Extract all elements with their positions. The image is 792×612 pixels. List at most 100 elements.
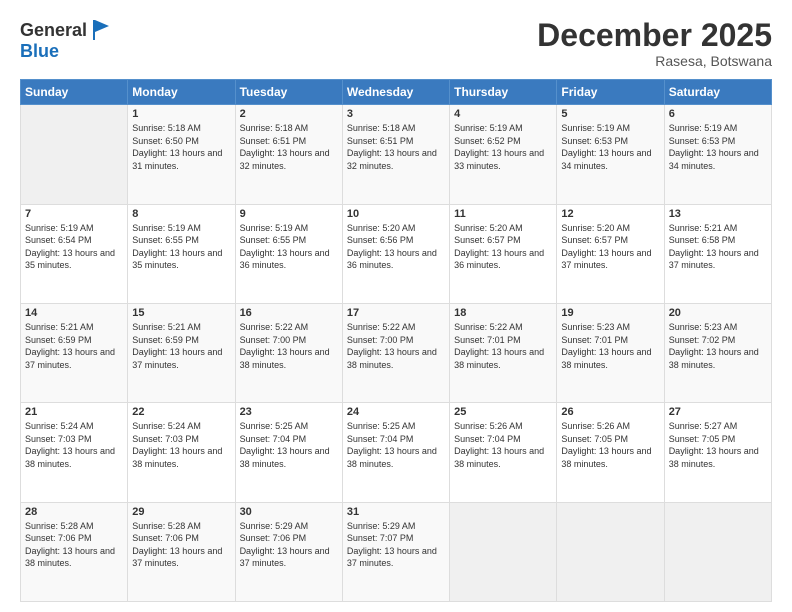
day-info: Sunrise: 5:28 AM Sunset: 7:06 PM Dayligh… xyxy=(132,520,230,570)
day-info: Sunrise: 5:24 AM Sunset: 7:03 PM Dayligh… xyxy=(132,420,230,470)
day-info: Sunrise: 5:23 AM Sunset: 7:02 PM Dayligh… xyxy=(669,321,767,371)
month-title: December 2025 xyxy=(537,18,772,53)
calendar-cell: 18 Sunrise: 5:22 AM Sunset: 7:01 PM Dayl… xyxy=(450,303,557,402)
day-info: Sunrise: 5:25 AM Sunset: 7:04 PM Dayligh… xyxy=(240,420,338,470)
day-number: 3 xyxy=(347,108,445,120)
day-info: Sunrise: 5:22 AM Sunset: 7:00 PM Dayligh… xyxy=(240,321,338,371)
day-number: 22 xyxy=(132,406,230,418)
calendar-cell: 14 Sunrise: 5:21 AM Sunset: 6:59 PM Dayl… xyxy=(21,303,128,402)
day-header-monday: Monday xyxy=(128,80,235,105)
calendar-cell: 5 Sunrise: 5:19 AM Sunset: 6:53 PM Dayli… xyxy=(557,105,664,204)
calendar-cell: 26 Sunrise: 5:26 AM Sunset: 7:05 PM Dayl… xyxy=(557,403,664,502)
day-number: 23 xyxy=(240,406,338,418)
logo: General Blue xyxy=(20,18,113,60)
logo-general-text: General xyxy=(20,21,87,39)
calendar-cell: 16 Sunrise: 5:22 AM Sunset: 7:00 PM Dayl… xyxy=(235,303,342,402)
day-info: Sunrise: 5:19 AM Sunset: 6:55 PM Dayligh… xyxy=(240,222,338,272)
day-info: Sunrise: 5:21 AM Sunset: 6:58 PM Dayligh… xyxy=(669,222,767,272)
day-info: Sunrise: 5:28 AM Sunset: 7:06 PM Dayligh… xyxy=(25,520,123,570)
calendar-cell: 25 Sunrise: 5:26 AM Sunset: 7:04 PM Dayl… xyxy=(450,403,557,502)
day-number: 2 xyxy=(240,108,338,120)
header: General Blue December 2025 Rasesa, Botsw… xyxy=(20,18,772,69)
day-number: 29 xyxy=(132,506,230,518)
day-header-friday: Friday xyxy=(557,80,664,105)
day-info: Sunrise: 5:27 AM Sunset: 7:05 PM Dayligh… xyxy=(669,420,767,470)
day-info: Sunrise: 5:18 AM Sunset: 6:51 PM Dayligh… xyxy=(240,122,338,172)
calendar-cell: 15 Sunrise: 5:21 AM Sunset: 6:59 PM Dayl… xyxy=(128,303,235,402)
day-number: 9 xyxy=(240,208,338,220)
day-info: Sunrise: 5:19 AM Sunset: 6:53 PM Dayligh… xyxy=(561,122,659,172)
calendar-cell: 12 Sunrise: 5:20 AM Sunset: 6:57 PM Dayl… xyxy=(557,204,664,303)
day-number: 11 xyxy=(454,208,552,220)
day-info: Sunrise: 5:22 AM Sunset: 7:00 PM Dayligh… xyxy=(347,321,445,371)
day-number: 24 xyxy=(347,406,445,418)
calendar-week-row: 7 Sunrise: 5:19 AM Sunset: 6:54 PM Dayli… xyxy=(21,204,772,303)
calendar-cell xyxy=(21,105,128,204)
calendar-week-row: 1 Sunrise: 5:18 AM Sunset: 6:50 PM Dayli… xyxy=(21,105,772,204)
calendar-cell xyxy=(664,502,771,601)
day-info: Sunrise: 5:18 AM Sunset: 6:50 PM Dayligh… xyxy=(132,122,230,172)
calendar-cell: 1 Sunrise: 5:18 AM Sunset: 6:50 PM Dayli… xyxy=(128,105,235,204)
day-header-wednesday: Wednesday xyxy=(342,80,449,105)
day-info: Sunrise: 5:26 AM Sunset: 7:04 PM Dayligh… xyxy=(454,420,552,470)
day-number: 13 xyxy=(669,208,767,220)
logo-blue-text: Blue xyxy=(20,42,59,60)
calendar-table: SundayMondayTuesdayWednesdayThursdayFrid… xyxy=(20,79,772,602)
day-number: 12 xyxy=(561,208,659,220)
calendar-cell: 9 Sunrise: 5:19 AM Sunset: 6:55 PM Dayli… xyxy=(235,204,342,303)
title-area: December 2025 Rasesa, Botswana xyxy=(537,18,772,69)
day-header-sunday: Sunday xyxy=(21,80,128,105)
day-info: Sunrise: 5:19 AM Sunset: 6:52 PM Dayligh… xyxy=(454,122,552,172)
day-number: 14 xyxy=(25,307,123,319)
calendar-cell: 21 Sunrise: 5:24 AM Sunset: 7:03 PM Dayl… xyxy=(21,403,128,502)
calendar-week-row: 28 Sunrise: 5:28 AM Sunset: 7:06 PM Dayl… xyxy=(21,502,772,601)
calendar-cell: 23 Sunrise: 5:25 AM Sunset: 7:04 PM Dayl… xyxy=(235,403,342,502)
day-header-thursday: Thursday xyxy=(450,80,557,105)
logo-flag-icon xyxy=(89,18,113,42)
day-number: 26 xyxy=(561,406,659,418)
day-number: 19 xyxy=(561,307,659,319)
day-info: Sunrise: 5:22 AM Sunset: 7:01 PM Dayligh… xyxy=(454,321,552,371)
calendar-cell: 30 Sunrise: 5:29 AM Sunset: 7:06 PM Dayl… xyxy=(235,502,342,601)
day-number: 8 xyxy=(132,208,230,220)
calendar-cell: 31 Sunrise: 5:29 AM Sunset: 7:07 PM Dayl… xyxy=(342,502,449,601)
day-number: 17 xyxy=(347,307,445,319)
day-info: Sunrise: 5:19 AM Sunset: 6:54 PM Dayligh… xyxy=(25,222,123,272)
day-header-tuesday: Tuesday xyxy=(235,80,342,105)
day-info: Sunrise: 5:25 AM Sunset: 7:04 PM Dayligh… xyxy=(347,420,445,470)
day-number: 30 xyxy=(240,506,338,518)
calendar-cell: 13 Sunrise: 5:21 AM Sunset: 6:58 PM Dayl… xyxy=(664,204,771,303)
day-number: 27 xyxy=(669,406,767,418)
calendar-cell: 6 Sunrise: 5:19 AM Sunset: 6:53 PM Dayli… xyxy=(664,105,771,204)
day-info: Sunrise: 5:29 AM Sunset: 7:06 PM Dayligh… xyxy=(240,520,338,570)
location: Rasesa, Botswana xyxy=(537,53,772,69)
day-number: 4 xyxy=(454,108,552,120)
calendar-cell xyxy=(450,502,557,601)
day-info: Sunrise: 5:19 AM Sunset: 6:53 PM Dayligh… xyxy=(669,122,767,172)
calendar-cell: 19 Sunrise: 5:23 AM Sunset: 7:01 PM Dayl… xyxy=(557,303,664,402)
day-number: 28 xyxy=(25,506,123,518)
day-number: 18 xyxy=(454,307,552,319)
day-info: Sunrise: 5:20 AM Sunset: 6:57 PM Dayligh… xyxy=(454,222,552,272)
calendar-cell: 17 Sunrise: 5:22 AM Sunset: 7:00 PM Dayl… xyxy=(342,303,449,402)
calendar-cell: 29 Sunrise: 5:28 AM Sunset: 7:06 PM Dayl… xyxy=(128,502,235,601)
day-number: 15 xyxy=(132,307,230,319)
calendar-header-row: SundayMondayTuesdayWednesdayThursdayFrid… xyxy=(21,80,772,105)
day-number: 10 xyxy=(347,208,445,220)
day-info: Sunrise: 5:18 AM Sunset: 6:51 PM Dayligh… xyxy=(347,122,445,172)
day-number: 1 xyxy=(132,108,230,120)
calendar-cell: 7 Sunrise: 5:19 AM Sunset: 6:54 PM Dayli… xyxy=(21,204,128,303)
day-info: Sunrise: 5:23 AM Sunset: 7:01 PM Dayligh… xyxy=(561,321,659,371)
calendar-cell: 10 Sunrise: 5:20 AM Sunset: 6:56 PM Dayl… xyxy=(342,204,449,303)
day-number: 20 xyxy=(669,307,767,319)
day-info: Sunrise: 5:29 AM Sunset: 7:07 PM Dayligh… xyxy=(347,520,445,570)
day-number: 25 xyxy=(454,406,552,418)
day-info: Sunrise: 5:24 AM Sunset: 7:03 PM Dayligh… xyxy=(25,420,123,470)
calendar-cell: 11 Sunrise: 5:20 AM Sunset: 6:57 PM Dayl… xyxy=(450,204,557,303)
calendar-week-row: 14 Sunrise: 5:21 AM Sunset: 6:59 PM Dayl… xyxy=(21,303,772,402)
day-info: Sunrise: 5:21 AM Sunset: 6:59 PM Dayligh… xyxy=(25,321,123,371)
day-info: Sunrise: 5:26 AM Sunset: 7:05 PM Dayligh… xyxy=(561,420,659,470)
calendar-cell: 22 Sunrise: 5:24 AM Sunset: 7:03 PM Dayl… xyxy=(128,403,235,502)
calendar-week-row: 21 Sunrise: 5:24 AM Sunset: 7:03 PM Dayl… xyxy=(21,403,772,502)
calendar-cell: 24 Sunrise: 5:25 AM Sunset: 7:04 PM Dayl… xyxy=(342,403,449,502)
